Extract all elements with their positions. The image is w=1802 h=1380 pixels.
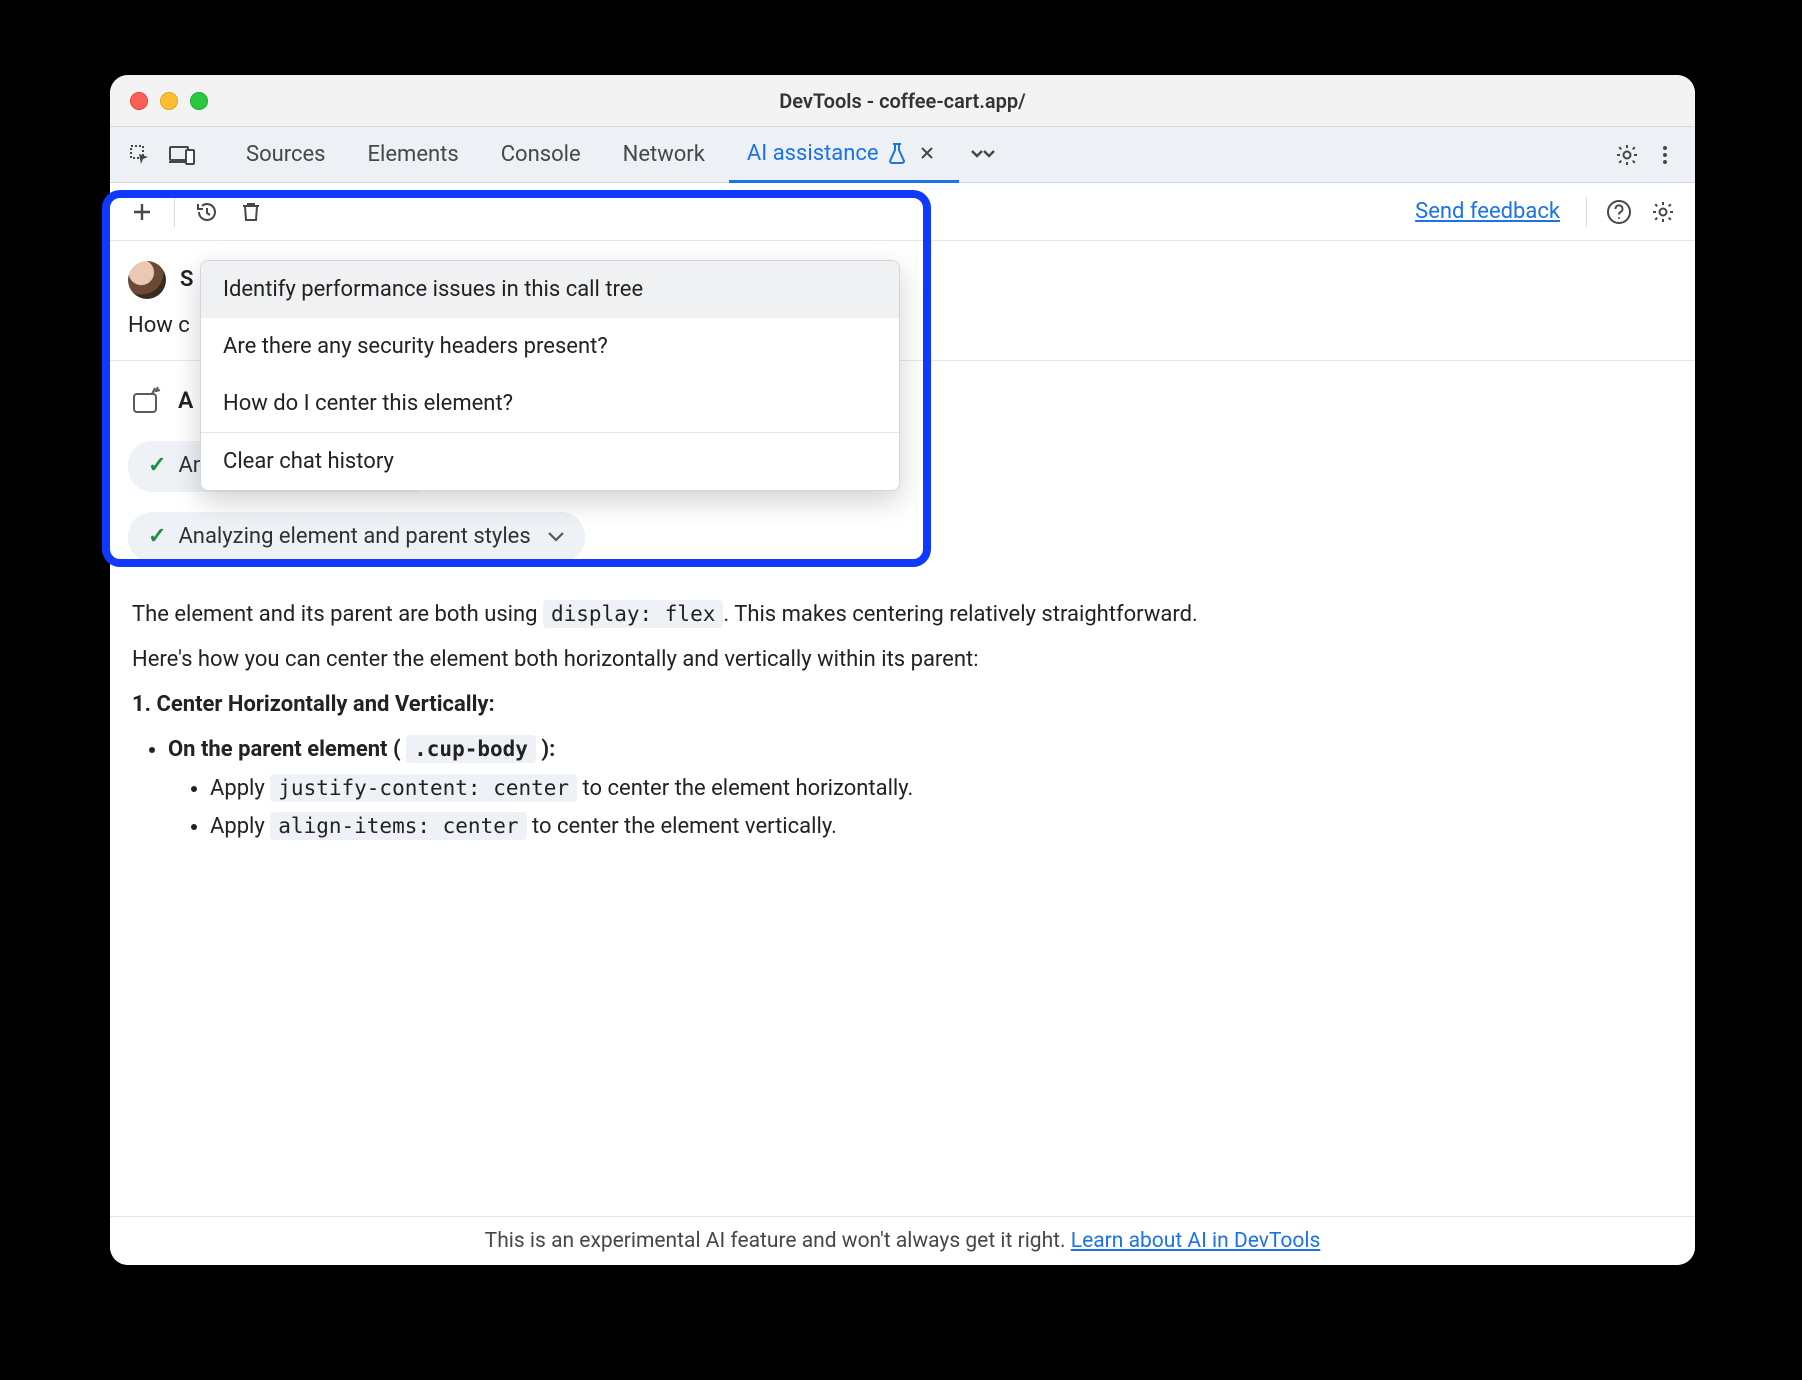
text: Apply bbox=[210, 776, 270, 801]
list-item: On the parent element ( .cup-body ): App… bbox=[168, 735, 1673, 843]
answer-label: A bbox=[178, 385, 193, 417]
code-inline: .cup-body bbox=[406, 735, 536, 763]
tab-network[interactable]: Network bbox=[605, 127, 723, 183]
main-tabs-bar: Sources Elements Console Network AI assi… bbox=[110, 127, 1695, 183]
check-icon: ✓ bbox=[148, 451, 166, 482]
footer-link[interactable]: Learn about AI in DevTools bbox=[1071, 1229, 1321, 1253]
answer-paragraph: The element and its parent are both usin… bbox=[132, 600, 1673, 631]
tab-sources[interactable]: Sources bbox=[228, 127, 344, 183]
text: The element and its parent are both usin… bbox=[132, 602, 543, 627]
new-chat-icon[interactable] bbox=[124, 194, 160, 230]
text: ): bbox=[536, 737, 555, 762]
footer-text: This is an experimental AI feature and w… bbox=[485, 1229, 1071, 1253]
history-item[interactable]: Identify performance issues in this call… bbox=[201, 261, 899, 318]
check-icon: ✓ bbox=[148, 522, 166, 553]
divider bbox=[174, 197, 175, 227]
more-tabs-icon[interactable] bbox=[965, 137, 1001, 173]
settings-gear-icon[interactable] bbox=[1609, 137, 1645, 173]
user-initial: S bbox=[180, 265, 193, 296]
tab-sources-label: Sources bbox=[246, 142, 326, 167]
devtools-window: DevTools - coffee-cart.app/ Sources Elem… bbox=[110, 75, 1695, 1265]
minimize-window-button[interactable] bbox=[160, 92, 178, 110]
panel-toolbar: Send feedback bbox=[110, 183, 1695, 241]
status-pill-analyzing-styles[interactable]: ✓ Analyzing element and parent styles bbox=[128, 512, 585, 563]
answer-paragraph: Here's how you can center the element bo… bbox=[132, 645, 1673, 676]
close-window-button[interactable] bbox=[130, 92, 148, 110]
pill-label: Analyzing element and parent styles bbox=[178, 522, 530, 553]
titlebar: DevTools - coffee-cart.app/ bbox=[110, 75, 1695, 127]
text: to center the element vertically. bbox=[527, 814, 837, 839]
divider bbox=[1586, 197, 1587, 227]
code-inline: align-items: center bbox=[270, 812, 526, 840]
flask-icon bbox=[887, 142, 907, 164]
device-toggle-icon[interactable] bbox=[164, 137, 200, 173]
send-feedback-link[interactable]: Send feedback bbox=[1415, 199, 1560, 224]
tab-console-label: Console bbox=[501, 142, 581, 167]
history-dropdown: Identify performance issues in this call… bbox=[200, 260, 900, 491]
tab-elements-label: Elements bbox=[368, 142, 459, 167]
text: On the parent element ( bbox=[168, 737, 406, 762]
avatar bbox=[128, 261, 166, 299]
tab-network-label: Network bbox=[623, 142, 705, 167]
text: . This makes centering relatively straig… bbox=[723, 602, 1197, 627]
kebab-menu-icon[interactable] bbox=[1647, 137, 1683, 173]
chevron-down-icon bbox=[547, 531, 565, 543]
tab-elements[interactable]: Elements bbox=[350, 127, 477, 183]
footer-disclaimer: This is an experimental AI feature and w… bbox=[110, 1216, 1695, 1265]
traffic-lights bbox=[130, 92, 208, 110]
delete-icon[interactable] bbox=[233, 194, 269, 230]
text: to center the element horizontally. bbox=[577, 776, 913, 801]
history-icon[interactable] bbox=[189, 194, 225, 230]
answer-heading: 1. Center Horizontally and Vertically: bbox=[132, 690, 1673, 721]
tab-ai-assistance-label: AI assistance bbox=[747, 141, 879, 166]
inspect-icon[interactable] bbox=[122, 137, 158, 173]
clear-history-item[interactable]: Clear chat history bbox=[201, 433, 899, 490]
close-tab-icon[interactable] bbox=[913, 139, 941, 167]
history-item[interactable]: How do I center this element? bbox=[201, 375, 899, 432]
code-inline: display: flex bbox=[543, 600, 723, 628]
tab-ai-assistance[interactable]: AI assistance bbox=[729, 127, 959, 183]
list-item: Apply align-items: center to center the … bbox=[210, 812, 1673, 843]
window-title: DevTools - coffee-cart.app/ bbox=[110, 89, 1695, 113]
list-item: Apply justify-content: center to center … bbox=[210, 774, 1673, 805]
history-item[interactable]: Are there any security headers present? bbox=[201, 318, 899, 375]
text: Apply bbox=[210, 814, 270, 839]
maximize-window-button[interactable] bbox=[190, 92, 208, 110]
ai-sparkle-icon bbox=[128, 383, 164, 419]
help-icon[interactable] bbox=[1601, 194, 1637, 230]
code-inline: justify-content: center bbox=[270, 774, 577, 802]
tab-console[interactable]: Console bbox=[483, 127, 599, 183]
panel-settings-icon[interactable] bbox=[1645, 194, 1681, 230]
answer-body: The element and its parent are both usin… bbox=[110, 572, 1695, 869]
